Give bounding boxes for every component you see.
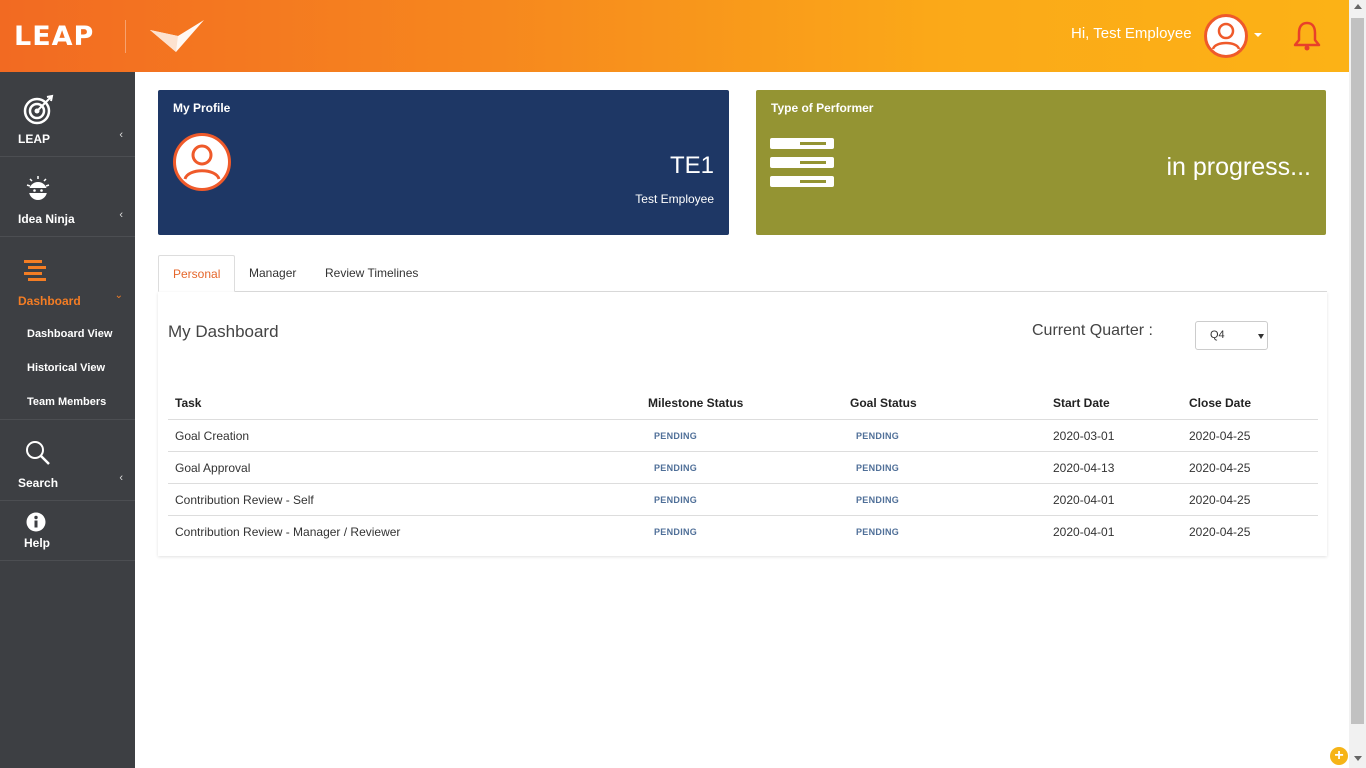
- sidebar-item-leap[interactable]: LEAP ‹: [0, 72, 135, 157]
- column-header-close-date: Close Date: [1189, 396, 1252, 410]
- card-title: My Profile: [173, 101, 231, 115]
- plus-icon: +: [1334, 747, 1344, 764]
- user-icon: [1211, 22, 1241, 50]
- scroll-down-arrow-icon[interactable]: [1354, 756, 1362, 761]
- notification-bell-icon[interactable]: [1292, 20, 1322, 52]
- ninja-icon: [26, 176, 50, 200]
- quarter-select[interactable]: Q4: [1195, 321, 1268, 350]
- start-date-cell: 2020-04-13: [1053, 461, 1115, 475]
- sidebar-item-label: Dashboard: [18, 294, 81, 308]
- chevron-down-icon: [1258, 334, 1264, 339]
- column-header-milestone-status: Milestone Status: [648, 396, 744, 410]
- dashboard-tabs: Personal Manager Review Timelines: [158, 255, 1327, 292]
- user-menu-caret-icon[interactable]: [1254, 33, 1262, 37]
- sidebar-item-dashboard[interactable]: Dashboard ⌄ Dashboard View Historical Vi…: [0, 237, 135, 420]
- milestone-status-badge: PENDING: [654, 463, 698, 473]
- task-cell: Contribution Review - Self: [175, 493, 314, 507]
- milestone-status-badge: PENDING: [654, 495, 698, 505]
- table-row: Goal Creation PENDING PENDING 2020-03-01…: [168, 419, 1318, 451]
- scrollbar-thumb[interactable]: [1351, 18, 1364, 724]
- top-header: LEAP Hi, Test Employee: [0, 0, 1349, 72]
- scroll-up-arrow-icon[interactable]: [1354, 4, 1362, 9]
- column-header-start-date: Start Date: [1053, 396, 1110, 410]
- my-profile-card[interactable]: My Profile TE1 Test Employee: [158, 90, 729, 235]
- sidebar-item-label: LEAP: [18, 132, 51, 146]
- column-header-goal-status: Goal Status: [850, 396, 917, 410]
- start-date-cell: 2020-03-01: [1053, 429, 1115, 443]
- logo-divider: [125, 20, 126, 53]
- sidebar-item-label: Idea Ninja: [18, 212, 75, 226]
- task-cell: Contribution Review - Manager / Reviewer: [175, 525, 401, 539]
- page-title: My Dashboard: [168, 322, 279, 341]
- table-row: Contribution Review - Self PENDING PENDI…: [168, 483, 1318, 515]
- sidebar-item-help[interactable]: Help: [0, 501, 135, 561]
- user-icon: [183, 144, 221, 180]
- search-icon: [26, 441, 50, 465]
- task-cell: Goal Approval: [175, 461, 251, 475]
- floating-add-button[interactable]: +: [1330, 747, 1348, 765]
- performer-status: in progress...: [1166, 153, 1311, 181]
- sidebar-item-search[interactable]: Search ‹: [0, 420, 135, 501]
- sidebar-subitem-team-members[interactable]: Team Members: [27, 396, 106, 408]
- sidebar-item-idea-ninja[interactable]: Idea Ninja ‹: [0, 157, 135, 237]
- performer-type-card[interactable]: Type of Performer in progress...: [756, 90, 1326, 235]
- table-row: Goal Approval PENDING PENDING 2020-04-13…: [168, 451, 1318, 483]
- close-date-cell: 2020-04-25: [1189, 525, 1251, 539]
- chevron-down-icon: ⌄: [114, 290, 123, 301]
- sidebar-item-label: Help: [24, 536, 51, 550]
- quarter-label: Current Quarter :: [1032, 322, 1153, 339]
- task-cell: Goal Creation: [175, 429, 250, 443]
- user-greeting[interactable]: Hi, Test Employee: [1071, 25, 1192, 42]
- start-date-cell: 2020-04-01: [1053, 525, 1115, 539]
- sidebar-subitem-historical-view[interactable]: Historical View: [27, 362, 105, 374]
- profile-name: Test Employee: [635, 192, 714, 206]
- server-list-icon: [770, 138, 834, 187]
- quarter-select-value: Q4: [1210, 329, 1225, 341]
- table-row: Contribution Review - Manager / Reviewer…: [168, 515, 1318, 547]
- chevron-left-icon: ‹: [119, 129, 123, 141]
- sidebar: LEAP ‹ Idea Ninja ‹ Dashboard ⌄ Dashboar…: [0, 72, 135, 768]
- close-date-cell: 2020-04-25: [1189, 461, 1251, 475]
- goal-status-badge: PENDING: [856, 431, 900, 441]
- start-date-cell: 2020-04-01: [1053, 493, 1115, 507]
- goal-status-badge: PENDING: [856, 463, 900, 473]
- leap-logo[interactable]: LEAP: [14, 22, 94, 52]
- milestone-status-badge: PENDING: [654, 527, 698, 537]
- close-date-cell: 2020-04-25: [1189, 429, 1251, 443]
- sidebar-item-label: Search: [18, 476, 59, 490]
- tab-review-timelines[interactable]: Review Timelines: [311, 255, 432, 292]
- column-header-task: Task: [175, 396, 202, 410]
- card-title: Type of Performer: [771, 101, 874, 115]
- profile-code: TE1: [669, 152, 714, 179]
- close-date-cell: 2020-04-25: [1189, 493, 1251, 507]
- dashboard-panel: My Dashboard Current Quarter : Q4 Task M…: [158, 292, 1327, 556]
- tab-personal[interactable]: Personal: [158, 255, 236, 292]
- brand-mark-icon: [150, 20, 204, 52]
- milestone-status-badge: PENDING: [654, 431, 698, 441]
- user-avatar[interactable]: [1204, 14, 1248, 58]
- goal-status-badge: PENDING: [856, 495, 900, 505]
- chevron-left-icon: ‹: [119, 472, 123, 484]
- target-icon: [23, 94, 54, 125]
- info-icon: [26, 512, 46, 532]
- profile-avatar: [173, 133, 231, 191]
- tab-manager[interactable]: Manager: [235, 255, 310, 292]
- goal-status-badge: PENDING: [856, 527, 900, 537]
- sidebar-subitem-dashboard-view[interactable]: Dashboard View: [27, 328, 112, 340]
- dashboard-icon: [24, 260, 46, 281]
- chevron-left-icon: ‹: [119, 209, 123, 221]
